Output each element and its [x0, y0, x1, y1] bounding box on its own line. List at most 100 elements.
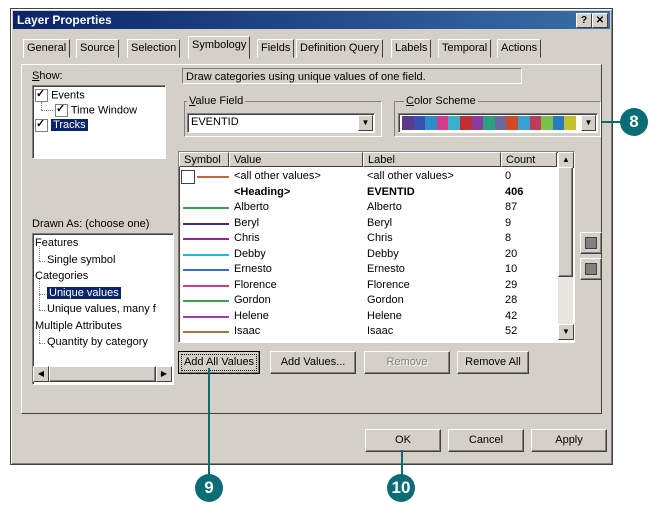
table-row[interactable]: Florence Florence 29	[179, 278, 551, 293]
cell-value: Debby	[234, 247, 266, 260]
scrollbar-thumb[interactable]	[49, 366, 156, 382]
line-symbol[interactable]	[183, 253, 229, 256]
drawn-as-item[interactable]: Multiple Attributes	[35, 320, 122, 332]
line-symbol[interactable]	[197, 176, 229, 178]
table-row[interactable]: Ernesto Ernesto 10	[179, 262, 551, 277]
color-swatch	[517, 116, 530, 130]
line-symbol[interactable]	[183, 222, 229, 225]
chevron-down-icon[interactable]: ▼	[581, 115, 596, 131]
line-symbol[interactable]	[183, 315, 229, 318]
drawn-as-item[interactable]: Features	[35, 237, 78, 249]
cell-label: <all other values>	[367, 170, 454, 182]
table-row[interactable]: Beryl Beryl 9	[179, 216, 551, 231]
tracks-checkbox[interactable]	[35, 117, 48, 132]
line-symbol[interactable]	[183, 238, 229, 240]
tree-line	[39, 310, 45, 311]
show-tree[interactable]: Events Time Window Tracks	[32, 85, 166, 159]
remove-all-button[interactable]: Remove All	[457, 351, 529, 374]
column-header-value[interactable]: Value	[229, 152, 363, 167]
drawn-as-item[interactable]: Unique values	[47, 286, 121, 299]
tab-source[interactable]: Source	[76, 39, 119, 58]
close-button[interactable]: ✕	[592, 13, 608, 28]
tab-symbology[interactable]: Symbology	[188, 36, 251, 59]
scroll-left-icon[interactable]: ◀	[33, 366, 49, 382]
table-row[interactable]: Gordon Gordon 28	[179, 293, 551, 308]
tab-selection[interactable]: Selection	[127, 39, 181, 58]
tab-fields[interactable]: Fields	[257, 39, 295, 58]
scroll-right-icon[interactable]: ▶	[156, 366, 172, 382]
table-row[interactable]: Helene Helene 42	[179, 309, 551, 324]
apply-button[interactable]: Apply	[531, 429, 607, 452]
description-text: Draw categories using unique values of o…	[186, 71, 426, 83]
table-row[interactable]: Chris Chris 8	[179, 231, 551, 246]
value-field-value: EVENTID	[191, 116, 239, 128]
tab-definition-query[interactable]: Definition Query	[296, 39, 383, 58]
line-symbol[interactable]	[183, 284, 229, 287]
drawn-as-tree[interactable]: Features Single symbol Categories Unique va…	[32, 233, 174, 385]
color-ramp	[402, 116, 576, 130]
cell-count: 42	[505, 309, 518, 322]
move-down-button[interactable]	[580, 258, 602, 280]
cell-value: Gordon	[234, 294, 271, 306]
cell-count: 29	[505, 278, 518, 291]
ok-button[interactable]: OK	[365, 429, 441, 452]
drawn-as-item[interactable]: Quantity by category	[47, 336, 148, 348]
color-scheme-label: Color Scheme	[404, 95, 478, 107]
cell-label: Helene	[367, 309, 402, 322]
table-header: Symbol Value Label Count	[179, 152, 557, 168]
add-all-values-button[interactable]: Add All Values	[178, 351, 260, 374]
cell-count: 8	[505, 232, 512, 244]
chevron-down-icon[interactable]: ▼	[358, 115, 373, 131]
line-symbol[interactable]	[183, 331, 229, 333]
cell-value: Isaac	[234, 325, 261, 337]
color-swatch	[436, 116, 449, 130]
column-header-label[interactable]: Label	[363, 152, 501, 167]
tab-general[interactable]: General	[23, 39, 71, 58]
drawn-as-item[interactable]: Unique values, many f	[47, 303, 156, 315]
time-window-checkbox[interactable]	[55, 102, 68, 117]
color-scheme-select[interactable]: ▼	[398, 113, 598, 133]
help-button[interactable]: ?	[576, 13, 592, 28]
table-row[interactable]: <all other values> <all other values> 0	[179, 169, 551, 184]
description-box: Draw categories using unique values of o…	[182, 68, 522, 84]
drawn-as-label: Drawn As: (choose one)	[32, 218, 150, 230]
line-symbol[interactable]	[183, 207, 229, 209]
table-row[interactable]: Isaac Isaac 52	[179, 324, 551, 339]
value-field-select[interactable]: EVENTID ▼	[187, 113, 375, 133]
events-checkbox[interactable]	[35, 87, 48, 102]
show-item-tracks[interactable]: Tracks	[35, 117, 88, 132]
table-row[interactable]: <Heading> EVENTID 406	[179, 185, 551, 200]
line-symbol[interactable]	[183, 300, 229, 302]
table-scrollbar[interactable]: ▲ ▼	[558, 152, 574, 340]
symbol-box[interactable]	[181, 170, 195, 184]
drawn-as-item[interactable]: Single symbol	[47, 254, 115, 266]
scroll-up-icon[interactable]: ▲	[558, 152, 574, 168]
color-swatch	[459, 116, 472, 130]
show-item-events[interactable]: Events	[35, 87, 85, 102]
cell-label: Florence	[367, 278, 410, 291]
layer-properties-dialog: Layer Properties ? ✕ General Source Select…	[10, 8, 613, 465]
values-table[interactable]: Symbol Value Label Count <all other valu…	[178, 151, 575, 343]
remove-button[interactable]: Remove	[364, 351, 450, 374]
scrollbar-thumb[interactable]	[558, 167, 573, 277]
tree-line	[39, 260, 45, 262]
line-symbol[interactable]	[183, 269, 229, 271]
show-item-time-window[interactable]: Time Window	[55, 102, 137, 117]
tree-line	[39, 278, 40, 294]
callout-8-line	[602, 121, 622, 123]
column-header-count[interactable]: Count	[501, 152, 557, 167]
table-row[interactable]: Alberto Alberto 87	[179, 200, 551, 215]
table-row[interactable]: Debby Debby 20	[179, 247, 551, 262]
move-up-button[interactable]	[580, 232, 602, 254]
callout-9-line	[208, 368, 210, 476]
tab-actions[interactable]: Actions	[497, 39, 542, 58]
drawn-as-item[interactable]: Categories	[35, 270, 88, 282]
add-values-button[interactable]: Add Values...	[270, 351, 356, 374]
cell-count: 9	[505, 216, 512, 229]
tab-temporal[interactable]: Temporal	[438, 39, 492, 58]
drawn-as-scrollbar[interactable]: ◀ ▶	[33, 366, 172, 382]
scroll-down-icon[interactable]: ▼	[558, 324, 574, 340]
column-header-symbol[interactable]: Symbol	[179, 152, 229, 167]
tab-labels[interactable]: Labels	[391, 39, 432, 58]
cancel-button[interactable]: Cancel	[448, 429, 524, 452]
